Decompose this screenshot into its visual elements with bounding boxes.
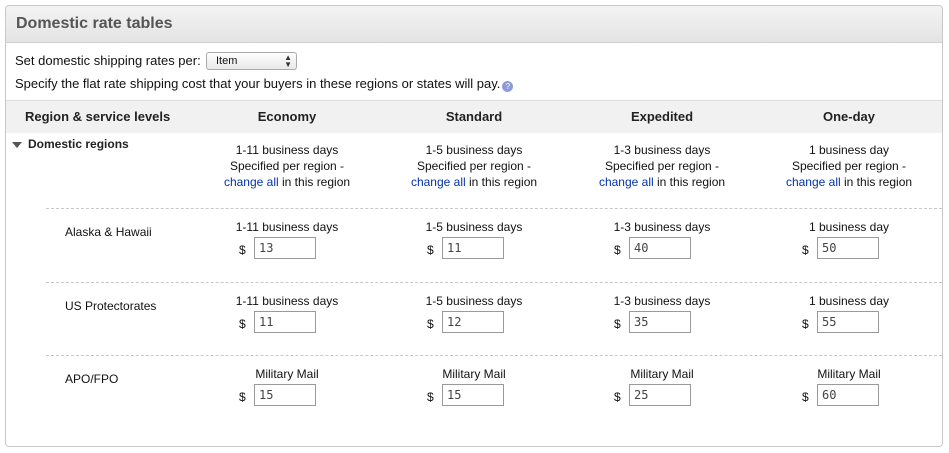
domestic-one-day-suffix: in this region — [840, 175, 913, 189]
domestic-one-day-days: 1 business day — [808, 143, 890, 157]
domestic-expedited-note: Specified per region - — [604, 159, 720, 173]
apo-standard-input[interactable] — [442, 384, 504, 406]
region-service-levels-header: Region & service levels — [25, 109, 171, 124]
row-divider — [46, 355, 942, 356]
row-label-us-protectorates: US Protectorates — [65, 299, 157, 313]
apo-economy-days: Military Mail — [255, 367, 319, 381]
row-label-apo-fpo: APO/FPO — [65, 372, 119, 386]
domestic-economy-suffix: in this region — [278, 175, 351, 189]
protectorates-one-day-days: 1 business day — [808, 294, 890, 308]
rates-per-label: Set domestic shipping rates per: — [15, 53, 201, 68]
currency-symbol: $ — [802, 243, 809, 257]
header-standard: Standard — [445, 109, 503, 124]
change-all-expedited-link[interactable]: change all — [599, 175, 654, 189]
domestic-regions-label[interactable]: Domestic regions — [28, 137, 129, 151]
currency-symbol: $ — [802, 390, 809, 404]
protectorates-expedited-days: 1-3 business days — [613, 294, 711, 308]
alaska-one-day-input[interactable] — [817, 237, 879, 259]
alaska-economy-days: 1-11 business days — [235, 220, 339, 234]
protectorates-economy-days: 1-11 business days — [235, 294, 339, 308]
domestic-standard-days: 1-5 business days — [425, 143, 523, 157]
currency-symbol: $ — [614, 390, 621, 404]
domestic-one-day-summary: 1 business day Specified per region - ch… — [759, 142, 939, 190]
protectorates-economy-input[interactable] — [254, 311, 316, 333]
row-label-alaska-hawaii: Alaska & Hawaii — [65, 225, 152, 239]
protectorates-one-day-input[interactable] — [817, 311, 879, 333]
domestic-rate-tables-panel: Domestic rate tables Set domestic shippi… — [5, 5, 943, 447]
apo-one-day-days: Military Mail — [817, 367, 881, 381]
domestic-expedited-summary: 1-3 business days Specified per region -… — [572, 142, 752, 190]
alaska-expedited-days: 1-3 business days — [613, 220, 711, 234]
change-all-economy-link[interactable]: change all — [224, 175, 279, 189]
change-all-one-day-link[interactable]: change all — [786, 175, 841, 189]
domestic-expedited-suffix: in this region — [653, 175, 726, 189]
collapse-triangle-icon[interactable] — [12, 142, 22, 148]
currency-symbol: $ — [239, 243, 246, 257]
currency-symbol: $ — [239, 390, 246, 404]
row-divider — [46, 282, 942, 283]
domestic-standard-suffix: in this region — [465, 175, 538, 189]
currency-symbol: $ — [427, 390, 434, 404]
apo-economy-input[interactable] — [254, 384, 316, 406]
specify-instructions: Specify the flat rate shipping cost that… — [15, 76, 514, 92]
protectorates-expedited-input[interactable] — [629, 311, 691, 333]
protectorates-standard-days: 1-5 business days — [425, 294, 523, 308]
change-all-standard-link[interactable]: change all — [411, 175, 466, 189]
help-icon[interactable]: ? — [502, 81, 514, 92]
currency-symbol: $ — [427, 243, 434, 257]
apo-expedited-input[interactable] — [629, 384, 691, 406]
domestic-expedited-days: 1-3 business days — [613, 143, 711, 157]
domestic-economy-note: Specified per region - — [229, 159, 345, 173]
currency-symbol: $ — [614, 243, 621, 257]
apo-one-day-input[interactable] — [817, 384, 879, 406]
currency-symbol: $ — [802, 317, 809, 331]
currency-symbol: $ — [239, 317, 246, 331]
alaska-expedited-input[interactable] — [629, 237, 691, 259]
row-divider — [46, 208, 942, 209]
header-expedited: Expedited — [630, 109, 694, 124]
panel-header: Domestic rate tables — [6, 6, 942, 43]
domestic-economy-days: 1-11 business days — [235, 143, 339, 157]
protectorates-standard-input[interactable] — [442, 311, 504, 333]
alaska-one-day-days: 1 business day — [808, 220, 890, 234]
rates-per-selected-value: Item — [216, 55, 238, 67]
currency-symbol: $ — [427, 317, 434, 331]
header-economy: Economy — [257, 109, 317, 124]
domestic-standard-note: Specified per region - — [416, 159, 532, 173]
select-arrows-icon: ▲ ▼ — [284, 53, 292, 69]
specify-text: Specify the flat rate shipping cost that… — [15, 76, 501, 91]
alaska-standard-days: 1-5 business days — [425, 220, 523, 234]
rates-per-select[interactable]: Item ▲ ▼ — [206, 52, 297, 70]
alaska-standard-input[interactable] — [442, 237, 504, 259]
domestic-economy-summary: 1-11 business days Specified per region … — [197, 142, 377, 190]
domestic-one-day-note: Specified per region - — [791, 159, 907, 173]
apo-standard-days: Military Mail — [442, 367, 506, 381]
alaska-economy-input[interactable] — [254, 237, 316, 259]
currency-symbol: $ — [614, 317, 621, 331]
header-one-day: One-day — [822, 109, 875, 124]
panel-title: Domestic rate tables — [16, 15, 173, 32]
apo-expedited-days: Military Mail — [630, 367, 694, 381]
domestic-standard-summary: 1-5 business days Specified per region -… — [384, 142, 564, 190]
